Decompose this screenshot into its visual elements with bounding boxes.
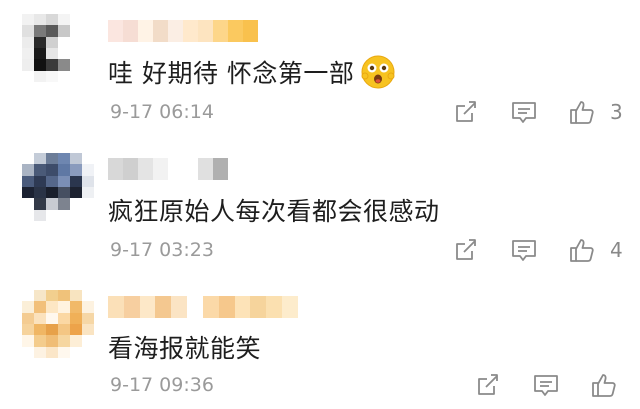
comment-text: 看海报就能笑 — [108, 334, 262, 363]
share-button[interactable] — [452, 98, 480, 128]
comment-actions: 4 — [440, 236, 640, 266]
share-button[interactable] — [452, 236, 480, 266]
share-button[interactable] — [474, 371, 502, 401]
comment-icon — [512, 240, 536, 261]
comment-text: 疯狂原始人每次看都会很感动 — [108, 197, 440, 226]
excited-face-emoji — [361, 55, 395, 89]
comment-icon — [534, 375, 558, 396]
share-icon — [456, 239, 476, 260]
avatar[interactable] — [22, 153, 94, 221]
username-blurred[interactable] — [108, 20, 288, 42]
avatar[interactable] — [22, 290, 94, 358]
like-button[interactable] — [590, 371, 618, 401]
share-icon — [478, 374, 498, 395]
comment-text: 哇 好期待 怀念第一部 — [108, 54, 396, 90]
comment-actions: 3 — [440, 98, 640, 128]
comment-icon — [512, 102, 536, 123]
reply-button[interactable] — [510, 236, 538, 266]
like-button[interactable] — [568, 236, 596, 266]
comment-date: 9-17 09:36 — [110, 374, 214, 396]
username-blurred[interactable] — [108, 296, 298, 318]
thumbs-up-icon — [570, 101, 594, 124]
comment-date: 9-17 06:14 — [110, 101, 214, 123]
like-count: 4 — [610, 238, 623, 262]
comment-date: 9-17 03:23 — [110, 239, 214, 261]
thumbs-up-icon — [592, 374, 616, 397]
username-blurred[interactable] — [108, 158, 288, 180]
like-count: 3 — [610, 100, 623, 124]
like-button[interactable] — [568, 98, 596, 128]
comment-actions — [460, 371, 640, 401]
thumbs-up-icon — [570, 239, 594, 262]
share-icon — [456, 101, 476, 122]
avatar[interactable] — [22, 14, 94, 82]
reply-button[interactable] — [532, 371, 560, 401]
reply-button[interactable] — [510, 98, 538, 128]
